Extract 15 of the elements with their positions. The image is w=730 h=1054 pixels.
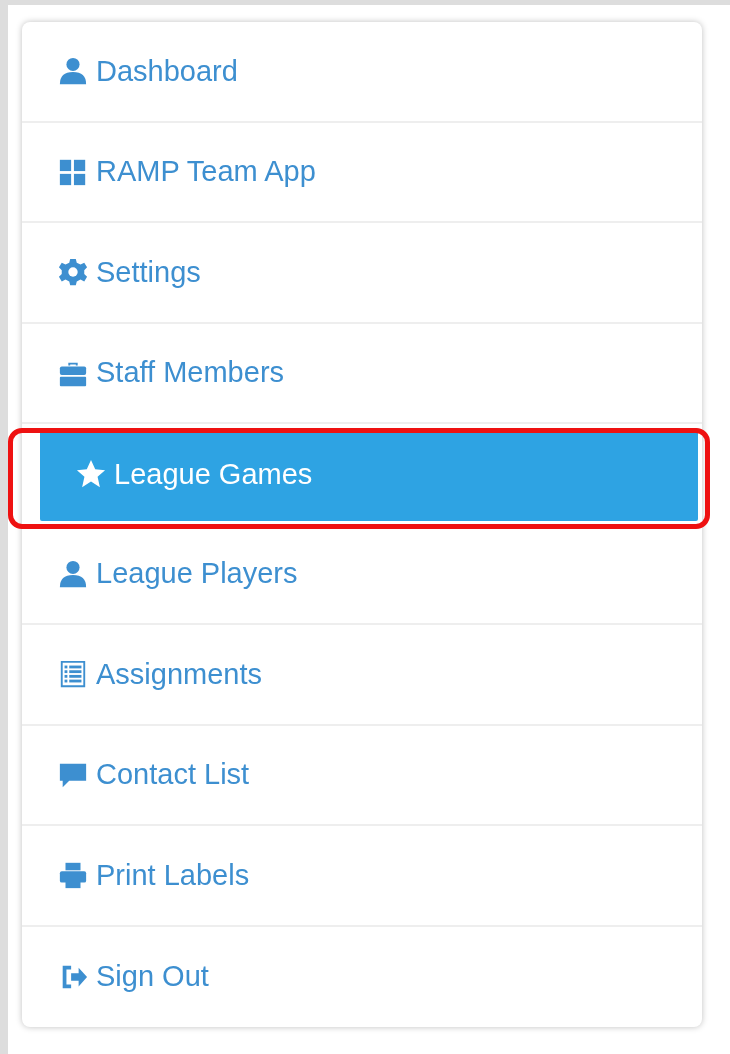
star-icon <box>76 459 106 490</box>
menu-item[interactable]: Print Labels <box>22 826 702 925</box>
menu-item[interactable]: Dashboard <box>22 22 702 121</box>
menu-item[interactable]: Staff Members <box>22 323 702 422</box>
user-icon <box>58 56 88 87</box>
printer-icon <box>58 860 88 891</box>
menu-item[interactable]: Sign Out <box>22 926 702 1027</box>
settings-icon <box>58 257 88 288</box>
menu-item[interactable]: Contact List <box>22 725 702 824</box>
menu-item[interactable]: Settings <box>22 223 702 322</box>
menu-item[interactable]: RAMP Team App <box>22 122 702 221</box>
user-icon <box>58 558 88 589</box>
menu-item[interactable]: Assignments <box>22 625 702 724</box>
list-icon <box>58 659 88 690</box>
menu-item[interactable]: League Players <box>22 524 702 623</box>
